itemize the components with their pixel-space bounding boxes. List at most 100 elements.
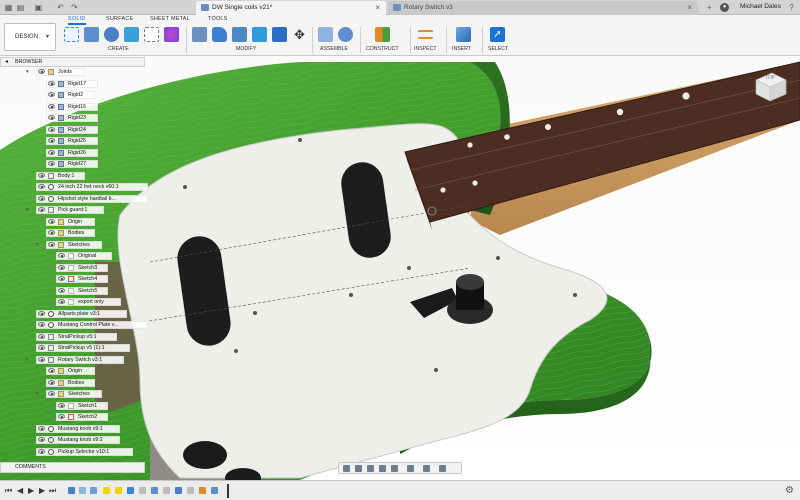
- form-icon[interactable]: [164, 27, 179, 42]
- visibility-eye-icon[interactable]: [48, 115, 55, 120]
- visibility-eye-icon[interactable]: [48, 391, 55, 396]
- browser-item[interactable]: Rigid16: [0, 102, 200, 112]
- visibility-eye-icon[interactable]: [48, 138, 55, 143]
- pan-icon[interactable]: [367, 465, 374, 472]
- chamfer-icon[interactable]: [232, 27, 247, 42]
- play-icon[interactable]: ▶: [28, 486, 34, 495]
- browser-item[interactable]: Allparts plate v3:1: [0, 309, 200, 319]
- browser-item[interactable]: Sketch1: [0, 401, 200, 411]
- close-icon[interactable]: ×: [687, 1, 692, 14]
- chevron-down-icon[interactable]: ▾: [26, 205, 29, 215]
- browser-item[interactable]: Rigid2: [0, 90, 200, 100]
- move-icon[interactable]: ✥: [292, 27, 307, 42]
- timeline-event[interactable]: [175, 487, 182, 494]
- last-frame-icon[interactable]: ⏭: [49, 486, 56, 496]
- visibility-eye-icon[interactable]: [48, 126, 55, 132]
- measure-icon[interactable]: [418, 30, 433, 39]
- visibility-eye-icon[interactable]: [48, 379, 55, 385]
- chevron-down-icon[interactable]: ▾: [26, 355, 29, 365]
- visibility-eye-icon[interactable]: [58, 402, 65, 408]
- timeline-event[interactable]: [199, 487, 206, 494]
- browser-item[interactable]: Bodies: [0, 378, 200, 388]
- viewcube[interactable]: TOP: [752, 68, 788, 104]
- group-inspect[interactable]: INSPECT: [414, 46, 436, 52]
- notifications-icon[interactable]: ●: [720, 3, 729, 12]
- visibility-eye-icon[interactable]: [48, 149, 55, 155]
- viewports-icon[interactable]: [439, 465, 446, 472]
- timeline-event[interactable]: [90, 487, 97, 494]
- data-panel-icon[interactable]: ▤: [16, 3, 25, 12]
- prev-icon[interactable]: ◀: [17, 486, 23, 495]
- browser-item[interactable]: Rigid17: [0, 79, 200, 89]
- browser-item[interactable]: export only: [0, 297, 200, 307]
- browser-item[interactable]: Sketch3: [0, 263, 200, 273]
- visibility-eye-icon[interactable]: [38, 345, 45, 350]
- tab-solid[interactable]: SOLID: [68, 16, 86, 25]
- timeline-event[interactable]: [139, 487, 146, 494]
- timeline-marker[interactable]: [227, 484, 229, 498]
- browser-item[interactable]: Rigid26: [0, 148, 200, 158]
- visibility-eye-icon[interactable]: [38, 195, 45, 201]
- extrude-icon[interactable]: [84, 27, 99, 42]
- browser-item[interactable]: 24 inch 22 fret neck v60:1: [0, 182, 200, 192]
- visibility-eye-icon[interactable]: [58, 299, 65, 304]
- chevron-down-icon[interactable]: ▾: [36, 240, 39, 250]
- browser-item[interactable]: Mustang Control Plate v...: [0, 320, 200, 330]
- browser-item[interactable]: Sketch4: [0, 274, 200, 284]
- user-name[interactable]: Michael Dales: [740, 3, 781, 10]
- browser-item[interactable]: Rigid27: [0, 159, 200, 169]
- browser-item[interactable]: Sketch5: [0, 286, 200, 296]
- press-pull-icon[interactable]: [192, 27, 207, 42]
- visibility-eye-icon[interactable]: [38, 437, 45, 442]
- browser-item[interactable]: Original: [0, 251, 200, 261]
- visibility-eye-icon[interactable]: [58, 253, 65, 258]
- browser-item[interactable]: Hipshot style hardtail b...: [0, 194, 200, 204]
- select-cursor-icon[interactable]: ➚: [490, 27, 505, 42]
- display-settings-icon[interactable]: [407, 465, 414, 472]
- visibility-eye-icon[interactable]: [38, 356, 45, 362]
- tab-inactive-document[interactable]: Rotary Switch v3 ×: [388, 1, 698, 15]
- tab-surface[interactable]: SURFACE: [106, 16, 133, 22]
- tab-active-document[interactable]: DW Single coils v21* ×: [196, 1, 386, 15]
- offset-plane-icon[interactable]: [375, 27, 390, 42]
- group-select[interactable]: SELECT: [488, 46, 508, 52]
- undo-icon[interactable]: ↶: [56, 3, 65, 12]
- timeline-event[interactable]: [127, 487, 134, 494]
- zoom-icon[interactable]: [379, 465, 386, 472]
- browser-item[interactable]: Bodies: [0, 228, 200, 238]
- visibility-eye-icon[interactable]: [48, 80, 55, 86]
- visibility-eye-icon[interactable]: [48, 218, 55, 224]
- visibility-eye-icon[interactable]: [58, 287, 65, 293]
- joint-icon[interactable]: [338, 27, 353, 42]
- visibility-eye-icon[interactable]: [38, 425, 45, 431]
- comments-panel[interactable]: COMMENTS: [0, 462, 145, 473]
- first-frame-icon[interactable]: ⏮: [5, 486, 12, 496]
- visibility-eye-icon[interactable]: [48, 230, 55, 235]
- orbit-icon[interactable]: [343, 465, 350, 472]
- new-component-icon[interactable]: [318, 27, 333, 42]
- insert-image-icon[interactable]: [456, 27, 471, 42]
- visibility-eye-icon[interactable]: [58, 276, 65, 281]
- help-icon[interactable]: ?: [787, 3, 796, 12]
- browser-item[interactable]: Body:1: [0, 171, 200, 181]
- browser-item[interactable]: Rigid25: [0, 136, 200, 146]
- visibility-eye-icon[interactable]: [58, 264, 65, 270]
- browser-header[interactable]: ◂ BROWSER: [0, 57, 145, 67]
- timeline-event[interactable]: [211, 487, 218, 494]
- visibility-eye-icon[interactable]: [38, 322, 45, 327]
- browser-item[interactable]: ▾ Sketches: [0, 240, 200, 250]
- collapse-icon[interactable]: ◂: [5, 58, 8, 66]
- revolve-icon[interactable]: [104, 27, 119, 42]
- browser-item[interactable]: Origin: [0, 366, 200, 376]
- visibility-eye-icon[interactable]: [48, 92, 55, 97]
- visibility-eye-icon[interactable]: [48, 161, 55, 166]
- group-construct[interactable]: CONSTRUCT: [366, 46, 399, 52]
- tab-sheet-metal[interactable]: SHEET METAL: [150, 16, 190, 22]
- visibility-eye-icon[interactable]: [48, 241, 55, 247]
- group-insert[interactable]: INSERT: [452, 46, 471, 52]
- browser-item[interactable]: Mustang knob v9:1: [0, 424, 200, 434]
- group-assemble[interactable]: ASSEMBLE: [320, 46, 348, 52]
- browser-item[interactable]: ▾ Rotary Switch v3:1: [0, 355, 200, 365]
- fillet-icon[interactable]: [212, 27, 227, 42]
- group-modify[interactable]: MODIFY: [236, 46, 256, 52]
